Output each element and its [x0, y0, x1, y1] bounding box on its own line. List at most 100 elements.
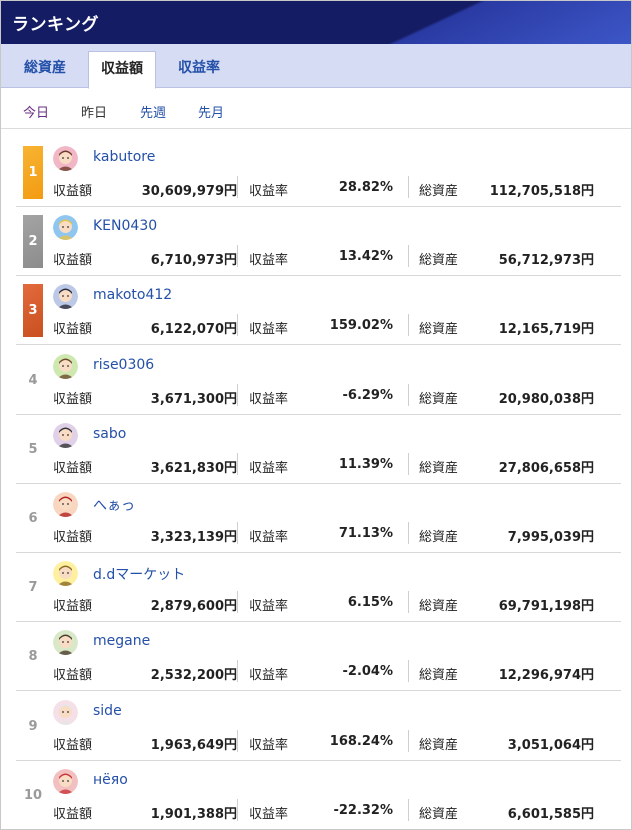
user-name-link[interactable]: side	[93, 703, 122, 719]
rank-badge: 8	[28, 649, 38, 665]
assets-value: 56,712,973円	[498, 253, 594, 269]
rank-badge: 3	[23, 284, 43, 338]
avatar-goggles-icon[interactable]	[53, 422, 78, 448]
rate-value: -6.29%	[342, 387, 394, 403]
divider	[237, 798, 238, 821]
profit-value: 1,963,649円	[150, 737, 237, 753]
profit-value: 3,671,300円	[150, 391, 237, 407]
ranking-row: 1 kabutore 収益額 30,609,979円 収益率 28.82% 総資産 112,7…	[16, 138, 621, 207]
avatar-yellow-icon[interactable]	[53, 561, 78, 587]
assets-value: 112,705,518円	[489, 184, 594, 199]
user-stats: 収益額 6,122,070円 収益率 159.02% 総資産 12,165,719円	[53, 314, 621, 338]
period-tabs: 今日 昨日 先週 先月	[1, 89, 631, 129]
divider	[408, 522, 409, 544]
rate-value: 168.24%	[329, 733, 393, 749]
rate-value: -22.32%	[333, 802, 393, 818]
user-stats: 収益額 2,532,200円 収益率 -2.04% 総資産 12,296,974円	[53, 660, 621, 684]
ranking-row: 4 rise0306 収益額 3,671,300円 収益率 -6.29% 総資産 20,980…	[16, 346, 621, 415]
user-name-link[interactable]: d.dマーケット	[93, 564, 185, 584]
user-name-link[interactable]: makoto412	[93, 287, 172, 303]
panel-title: ランキング	[12, 15, 99, 35]
rate-value: 159.02%	[329, 318, 393, 334]
rank-badge: 9	[28, 718, 38, 734]
assets-value: 6,601,585円	[507, 806, 594, 822]
divider	[237, 452, 238, 475]
ranking-row: 6 へぁっ収益額 3,323,139円 収益率 71.13% 総資産 7,995,039円	[16, 484, 621, 553]
assets-value: 3,051,064円	[507, 737, 594, 753]
divider	[237, 729, 238, 752]
divider	[408, 591, 409, 614]
tab-profit-amount[interactable]: 収益額	[88, 51, 156, 89]
profit-value: 2,532,200円	[150, 668, 237, 684]
user-stats: 収益額 30,609,979円 収益率 28.82% 総資産 112,705,518円	[53, 176, 621, 200]
user-name-link[interactable]: へぁっ	[93, 495, 135, 515]
ranking-row: 7 d.dマーケット収益額 2,879,600円 収益率 6.15% 総資産 69,791,…	[16, 553, 621, 623]
user-stats: 収益額 2,879,600円 収益率 6.15% 総資産 69,791,198円	[53, 591, 621, 615]
divider	[408, 660, 409, 683]
user-name-link[interactable]: sabo	[93, 426, 126, 442]
ranking-row: 5 sabo 収益額 3,621,830円 収益率 11.39% 総資産 27,806,658…	[16, 415, 621, 484]
user-name-link[interactable]: megane	[93, 633, 150, 649]
user-stats: 収益額 3,323,139円 収益率 71.13% 総資産 7,995,039円	[53, 522, 621, 546]
rank-badge: 5	[28, 441, 38, 457]
tab-bar: 総資産 収益額 収益率	[1, 44, 631, 89]
rank-badge: 6	[28, 511, 38, 526]
period-last-month[interactable]: 先月	[198, 102, 224, 121]
rank-badge: 2	[23, 215, 43, 269]
user-stats: 収益額 1,963,649円 収益率 168.24% 総資産 3,051,064円	[53, 729, 621, 754]
divider	[408, 452, 409, 475]
tab-total-assets[interactable]: 総資産	[11, 51, 79, 88]
period-last-week[interactable]: 先週	[140, 102, 166, 121]
avatar-woman-icon[interactable]	[53, 146, 78, 171]
rank-badge: 4	[28, 372, 38, 388]
profit-value: 1,901,388円	[150, 806, 237, 822]
ranking-panel: ランキング 総資産 収益額 収益率 今日 昨日 先週 先月 1 kabutore 収…	[0, 0, 632, 830]
assets-value: 27,806,658円	[498, 460, 594, 476]
avatar-blonde-icon[interactable]	[53, 215, 78, 241]
tab-profit-rate[interactable]: 収益率	[165, 51, 233, 88]
avatar-green-man-icon[interactable]	[53, 353, 78, 379]
avatar-suit-man-icon[interactable]	[53, 284, 78, 310]
ranking-row: 9 side 収益額 1,963,649円 収益率 168.24% 総資産 3,051,064…	[16, 692, 621, 761]
profit-value: 3,621,830円	[150, 460, 237, 476]
user-name-link[interactable]: нёяо	[93, 772, 128, 788]
divider	[408, 729, 409, 752]
profit-value: 3,323,139円	[150, 530, 237, 545]
divider	[237, 522, 238, 544]
ranking-row: 8 megane 収益額 2,532,200円 収益率 -2.04% 総資産 12,296,9…	[16, 622, 621, 692]
divider	[408, 314, 409, 337]
rate-value: -2.04%	[342, 664, 394, 680]
ranking-row: 2 KEN0430 収益額 6,710,973円 収益率 13.42% 総資産 56,712,…	[16, 207, 621, 277]
rate-value: 11.39%	[338, 456, 393, 472]
user-name-link[interactable]: KEN0430	[93, 218, 157, 234]
avatar-redhair-icon[interactable]	[53, 768, 78, 794]
period-yesterday[interactable]: 昨日	[81, 102, 107, 121]
assets-value: 12,165,719円	[498, 322, 594, 338]
divider	[237, 245, 238, 268]
divider	[408, 245, 409, 268]
assets-value: 7,995,039円	[507, 530, 594, 545]
assets-value: 12,296,974円	[498, 668, 594, 684]
user-name-link[interactable]: rise0306	[93, 357, 154, 373]
user-name-link[interactable]: kabutore	[93, 149, 155, 165]
assets-value: 69,791,198円	[498, 599, 594, 615]
period-today[interactable]: 今日	[23, 102, 49, 121]
avatar-pirate-icon[interactable]	[53, 492, 78, 517]
user-stats: 収益額 3,671,300円 収益率 -6.29% 総資産 20,980,038円	[53, 383, 621, 408]
rank-badge: 10	[23, 787, 43, 803]
avatar-glasses-icon[interactable]	[53, 630, 78, 656]
divider	[237, 314, 238, 337]
divider	[237, 660, 238, 683]
profit-value: 6,710,973円	[150, 253, 237, 269]
rank-badge: 7	[28, 580, 38, 596]
rate-value: 28.82%	[338, 180, 393, 195]
profit-value: 2,879,600円	[150, 599, 237, 615]
profit-value: 30,609,979円	[141, 184, 237, 199]
rank-badge: 1	[23, 146, 43, 199]
avatar-anime-icon[interactable]	[53, 699, 78, 725]
user-stats: 収益額 1,901,388円 収益率 -22.32% 総資産 6,601,585円	[53, 798, 621, 823]
rate-value: 6.15%	[347, 595, 393, 611]
divider	[408, 383, 409, 406]
divider	[237, 383, 238, 406]
rate-value: 13.42%	[338, 249, 393, 265]
